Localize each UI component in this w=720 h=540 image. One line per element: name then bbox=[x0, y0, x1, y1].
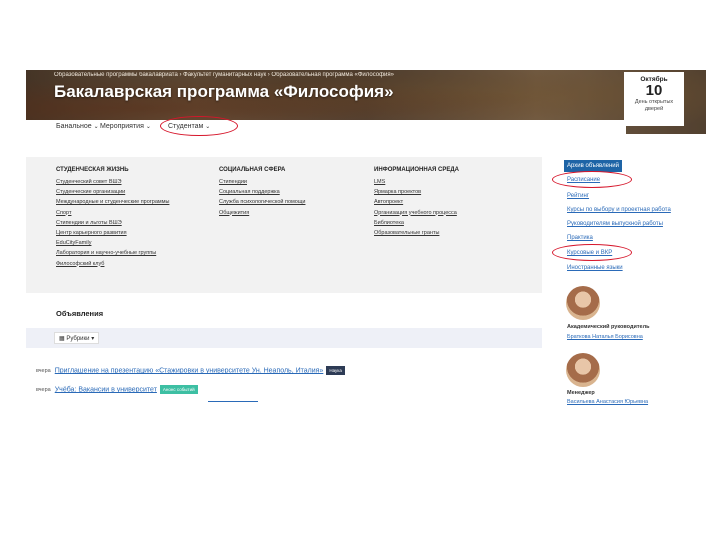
menu-column-student-life: СТУДЕНЧЕСКАЯ ЖИЗНЬ Студенческий совет ВШ… bbox=[56, 167, 216, 269]
students-menu-panel: СТУДЕНЧЕСКАЯ ЖИЗНЬ Студенческий совет ВШ… bbox=[26, 157, 542, 293]
person-name-link[interactable]: Васильева Анастасия Юрьевна bbox=[567, 399, 648, 405]
sidebar-link-rating[interactable]: Рейтинг bbox=[567, 193, 589, 199]
breadcrumb[interactable]: Образовательные программы бакалавриата ›… bbox=[54, 72, 454, 81]
nav-item-label: Мероприятия bbox=[100, 123, 144, 130]
nav-item-label: Студентам bbox=[168, 123, 204, 130]
menu-link[interactable]: Стипендии bbox=[219, 177, 379, 187]
calendar-day: 10 bbox=[645, 82, 663, 99]
menu-link[interactable]: Социальная поддержка bbox=[219, 187, 379, 197]
header-banner: Образовательные программы бакалавриата ›… bbox=[26, 70, 706, 134]
menu-link[interactable]: Образовательные гранты bbox=[374, 228, 534, 238]
sidebar-link-practice[interactable]: Практика bbox=[567, 235, 593, 241]
sidebar-link-schedule[interactable]: Расписание bbox=[567, 177, 600, 183]
announcement-link[interactable]: Приглашение на презентацию «Стажировки в… bbox=[55, 367, 324, 374]
avatar bbox=[566, 353, 600, 387]
menu-link[interactable]: Общежития bbox=[219, 208, 379, 218]
menu-column-social: СОЦИАЛЬНАЯ СФЕРА Стипендии Социальная по… bbox=[219, 167, 379, 218]
chevron-down-icon: ▾ bbox=[91, 336, 95, 342]
avatar bbox=[566, 286, 600, 320]
grid-icon: ▦ bbox=[59, 336, 65, 342]
chevron-down-icon: ⌄ bbox=[205, 124, 211, 130]
menu-heading: СОЦИАЛЬНАЯ СФЕРА bbox=[219, 167, 286, 173]
announcement-date: вчера bbox=[36, 368, 51, 375]
menu-heading: ИНФОРМАЦИОННАЯ СРЕДА bbox=[374, 167, 459, 173]
menu-heading: СТУДЕНЧЕСКАЯ ЖИЗНЬ bbox=[56, 167, 129, 173]
person-name-link[interactable]: Браткова Наталья Борисовна bbox=[567, 334, 643, 340]
sidebar-archive-button[interactable]: Архив объявлений bbox=[564, 160, 622, 172]
menu-link[interactable]: Философский клуб bbox=[56, 259, 216, 269]
rubrics-filter-button[interactable]: ▦ Рубрики ▾ bbox=[54, 332, 100, 344]
role-label: Менеджер bbox=[567, 390, 595, 396]
menu-column-info: ИНФОРМАЦИОННАЯ СРЕДА LMS Ярмарка проекто… bbox=[374, 167, 534, 238]
menu-link[interactable]: EduCityFamily bbox=[56, 238, 216, 248]
menu-link[interactable]: Стипендии и льготы ВШЭ bbox=[56, 218, 216, 228]
announcement-link[interactable]: Учёба: Вакансии в университет bbox=[55, 386, 157, 393]
role-label: Академический руководитель bbox=[567, 324, 650, 330]
nav-item-label: Банальное bbox=[56, 123, 92, 130]
announcement-item: вчера Приглашение на презентацию «Стажиро… bbox=[36, 366, 345, 375]
chevron-down-icon: ⌄ bbox=[93, 124, 99, 130]
menu-link[interactable]: Служба психологической помощи bbox=[219, 197, 379, 207]
announcements-title: Объявления bbox=[56, 309, 104, 318]
chevron-down-icon: ⌄ bbox=[145, 124, 151, 130]
filter-label: Рубрики bbox=[66, 336, 90, 342]
menu-link[interactable]: Студенческий совет ВШЭ bbox=[56, 177, 216, 187]
menu-link[interactable]: Автопроект bbox=[374, 197, 534, 207]
nav-item-events[interactable]: Мероприятия ⌄ bbox=[100, 123, 151, 130]
announcement-date: вчера bbox=[36, 387, 51, 394]
menu-link[interactable]: Центр карьерного развития bbox=[56, 228, 216, 238]
menu-link[interactable]: Библиотека bbox=[374, 218, 534, 228]
announcement-item: вчера Учёба: Вакансии в университет Анонс … bbox=[36, 385, 198, 394]
menu-link[interactable]: Студенческие организации bbox=[56, 187, 216, 197]
sidebar-link-languages[interactable]: Иностранные языки bbox=[567, 265, 623, 271]
menu-link[interactable]: Международные и студенческие программы bbox=[56, 197, 216, 207]
menu-link[interactable]: Организация учебного процесса bbox=[374, 208, 534, 218]
menu-link[interactable]: Спорт bbox=[56, 208, 216, 218]
calendar-event-text: День открытых дверей bbox=[634, 99, 674, 112]
announcements-filter-bar: ▦ Рубрики ▾ bbox=[26, 328, 542, 348]
announcement-tag[interactable]: Анонс событий bbox=[159, 385, 198, 394]
event-calendar[interactable]: Октябрь 10 День открытых дверей bbox=[624, 72, 684, 126]
announcement-tag[interactable]: Наука bbox=[326, 366, 345, 375]
nav-item-banalnoe[interactable]: Банальное ⌄ bbox=[56, 123, 99, 130]
sidebar-link-courses[interactable]: Курсы по выбору и проектная работа bbox=[567, 207, 671, 213]
link-underline bbox=[208, 401, 258, 402]
menu-link[interactable]: LMS bbox=[374, 177, 534, 187]
sidebar-link-coursework[interactable]: Курсовые и ВКР bbox=[567, 250, 612, 256]
sidebar-link-supervisors[interactable]: Руководителям выпускной работы bbox=[567, 221, 663, 227]
main-nav: Банальное ⌄ Мероприятия ⌄ Студентам ⌄ bbox=[26, 120, 626, 134]
menu-link[interactable]: Лаборатория и научно-учебные группы bbox=[56, 248, 216, 258]
page-title: Бакалаврская программа «Философия» bbox=[54, 82, 394, 101]
nav-item-students[interactable]: Студентам ⌄ bbox=[168, 123, 210, 130]
menu-link[interactable]: Ярмарка проектов bbox=[374, 187, 534, 197]
